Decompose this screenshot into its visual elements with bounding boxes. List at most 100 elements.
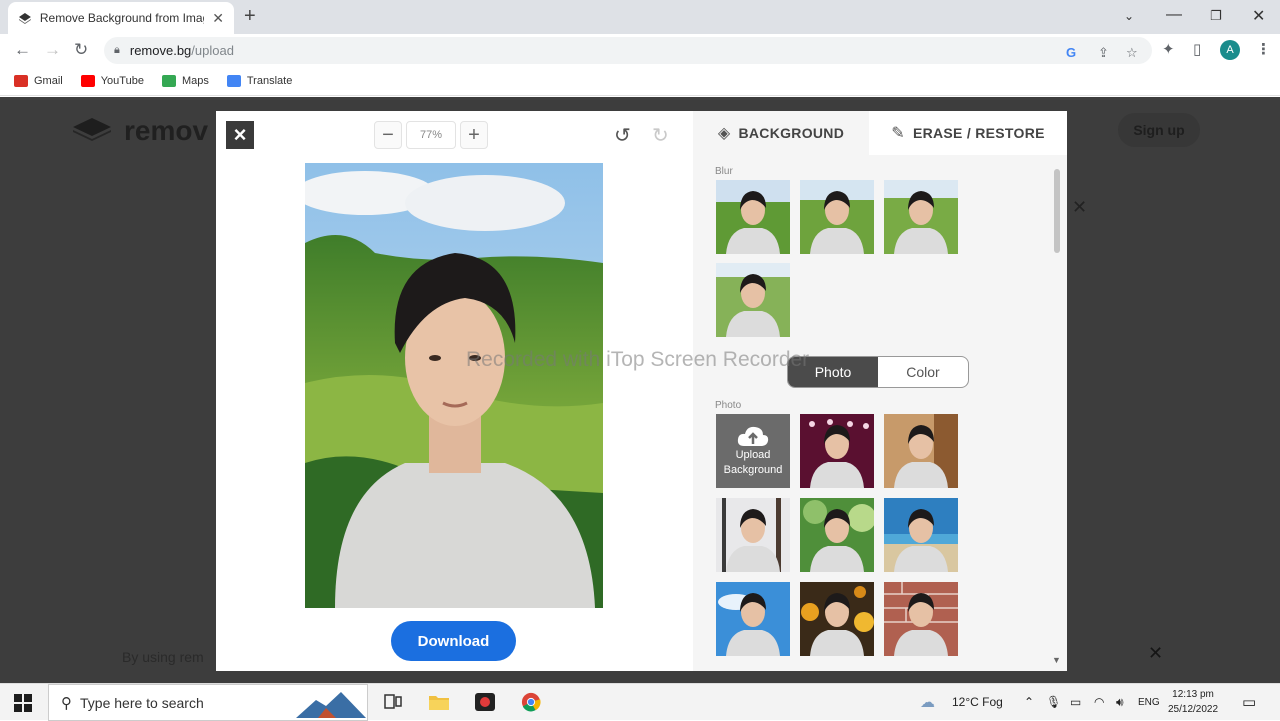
lock-icon: 🔒︎ (114, 44, 120, 56)
zoom-out-button[interactable]: − (374, 121, 402, 149)
bookmarks-bar: Gmail YouTube Maps Translate (0, 66, 1280, 96)
photo-background-option[interactable] (800, 498, 874, 572)
weather-cloud-icon: ☁ (920, 694, 935, 711)
file-explorer-icon[interactable] (428, 692, 450, 712)
gmail-icon (14, 74, 28, 87)
taskbar-clock[interactable]: 12:13 pm 25/12/2022 (1168, 687, 1218, 717)
recorder-watermark: Recorded with iTop Screen Recorder (466, 348, 810, 371)
redo-icon[interactable]: ↻ (652, 123, 669, 148)
edited-photo-preview (305, 163, 603, 608)
chrome-icon[interactable] (520, 692, 542, 712)
forward-icon[interactable]: → (44, 40, 61, 60)
back-icon[interactable]: ← (14, 40, 31, 60)
bookmark-label: YouTube (100, 74, 144, 87)
url-host: remove.bg (129, 43, 192, 58)
site-logo-text: remov (124, 115, 209, 146)
bookmark-star-icon[interactable]: ☆ (1126, 45, 1138, 61)
extensions-icon[interactable]: ✦ (1162, 40, 1175, 58)
notifications-icon[interactable]: ▭ (1242, 693, 1256, 711)
brush-icon: ✎ (891, 125, 905, 142)
background-type-toggle: Photo Color (787, 356, 969, 388)
weather-text[interactable]: 12°C Fog (952, 695, 1003, 709)
zoom-in-button[interactable]: + (460, 121, 488, 149)
network-icon[interactable]: ▭ (1070, 695, 1081, 709)
cookie-close-icon[interactable]: ✕ (1148, 643, 1163, 664)
share-icon[interactable]: ⇪ (1098, 45, 1109, 61)
menu-kebab-icon[interactable]: ⋮ (1256, 40, 1271, 58)
minimize-icon[interactable]: — (1166, 6, 1182, 24)
photo-background-option[interactable] (884, 414, 958, 488)
close-window-icon[interactable]: ✕ (1252, 6, 1265, 26)
toggle-color[interactable]: Color (878, 357, 968, 387)
search-highlight-icon (296, 692, 366, 718)
wifi-icon[interactable]: ◠ (1094, 695, 1104, 709)
scroll-down-icon[interactable]: ▼ (1052, 655, 1061, 665)
blur-option[interactable] (800, 180, 874, 254)
zoom-value: 77% (406, 121, 456, 149)
blur-option[interactable] (884, 180, 958, 254)
photo-background-option[interactable] (800, 582, 874, 656)
clock-date: 25/12/2022 (1168, 704, 1219, 715)
new-tab-icon[interactable]: + (244, 6, 256, 26)
layers-icon: ◈ (717, 125, 731, 142)
profile-avatar[interactable]: A (1220, 40, 1240, 60)
side-panel-icon[interactable]: ▯ (1193, 40, 1201, 58)
undo-icon[interactable]: ↺ (614, 123, 631, 148)
volume-icon[interactable]: 🔊︎ (1116, 695, 1124, 710)
url-path: /upload (191, 43, 234, 58)
bookmark-label: Gmail (34, 74, 63, 87)
reload-icon[interactable]: ↻ (74, 40, 88, 60)
download-button[interactable]: Download (391, 621, 516, 661)
clock-time: 12:13 pm (1172, 689, 1214, 700)
cookie-notice-text: By using rem (122, 649, 204, 665)
maps-icon (161, 74, 176, 87)
task-view-icon[interactable] (382, 692, 404, 712)
zoom-controls: − 77% + (374, 121, 488, 149)
panel-scrollbar-thumb[interactable] (1054, 169, 1060, 253)
search-icon: ⚲ (61, 694, 72, 712)
photo-background-option[interactable] (884, 498, 958, 572)
bookmark-label: Translate (246, 74, 293, 87)
blur-option[interactable] (716, 263, 790, 337)
bookmark-gmail[interactable]: Gmail (14, 74, 63, 87)
taskbar-search-placeholder: Type here to search (80, 694, 204, 711)
tab-background-label: BACKGROUND (738, 125, 845, 141)
tab-title: Remove Background from Imag (39, 11, 205, 25)
bookmark-translate[interactable]: Translate (226, 74, 293, 87)
edit-panel: ◈ BACKGROUND ✎ ERASE / RESTORE Blur Phot… (693, 111, 1067, 671)
photo-background-option[interactable] (716, 498, 790, 572)
tab-background[interactable]: ◈ BACKGROUND (693, 111, 869, 155)
itop-recorder-icon[interactable] (474, 692, 496, 712)
tab-erase-restore[interactable]: ✎ ERASE / RESTORE (869, 111, 1067, 155)
browser-toolbar: ← → ↻ 🔒︎ remove.bg /upload G ⇪ ☆ (0, 34, 1280, 66)
microphone-icon[interactable]: 🎙︎ (1046, 695, 1061, 709)
show-hidden-icons-icon[interactable]: ⌃ (1024, 695, 1034, 709)
browser-tab[interactable]: Remove Background from Imag ✕ (8, 2, 234, 34)
close-editor-button[interactable]: × (226, 121, 254, 149)
signup-button[interactable]: Sign up (1118, 113, 1200, 147)
panel-tabs: ◈ BACKGROUND ✎ ERASE / RESTORE (693, 111, 1067, 155)
upload-label-line1: Upload (735, 449, 771, 461)
blur-option[interactable] (716, 180, 790, 254)
tab-erase-restore-label: ERASE / RESTORE (912, 125, 1045, 141)
cloud-upload-icon (737, 426, 769, 446)
bookmark-label: Maps (181, 74, 209, 87)
removebg-logo-icon (73, 118, 111, 141)
photo-background-option[interactable] (884, 582, 958, 656)
windows-start-icon[interactable] (14, 694, 32, 712)
google-lens-icon[interactable]: G (1066, 45, 1076, 60)
bookmark-maps[interactable]: Maps (161, 74, 209, 87)
translate-icon (226, 74, 241, 87)
tab-search-icon[interactable]: ⌄ (1124, 9, 1134, 23)
upload-background-button[interactable]: Upload Background (716, 414, 790, 488)
bookmark-youtube[interactable]: YouTube (80, 74, 144, 87)
upload-label-line2: Background (723, 464, 783, 476)
address-bar[interactable]: 🔒︎ remove.bg /upload G ⇪ ☆ (104, 37, 1152, 64)
photo-background-option[interactable] (800, 414, 874, 488)
language-indicator[interactable]: ENG (1138, 697, 1160, 708)
restore-icon[interactable]: ❐ (1210, 8, 1222, 24)
removebg-favicon-icon (18, 13, 31, 24)
background-close-icon[interactable]: ✕ (1072, 197, 1087, 218)
photo-background-option[interactable] (716, 582, 790, 656)
tab-close-icon[interactable]: ✕ (212, 10, 224, 27)
